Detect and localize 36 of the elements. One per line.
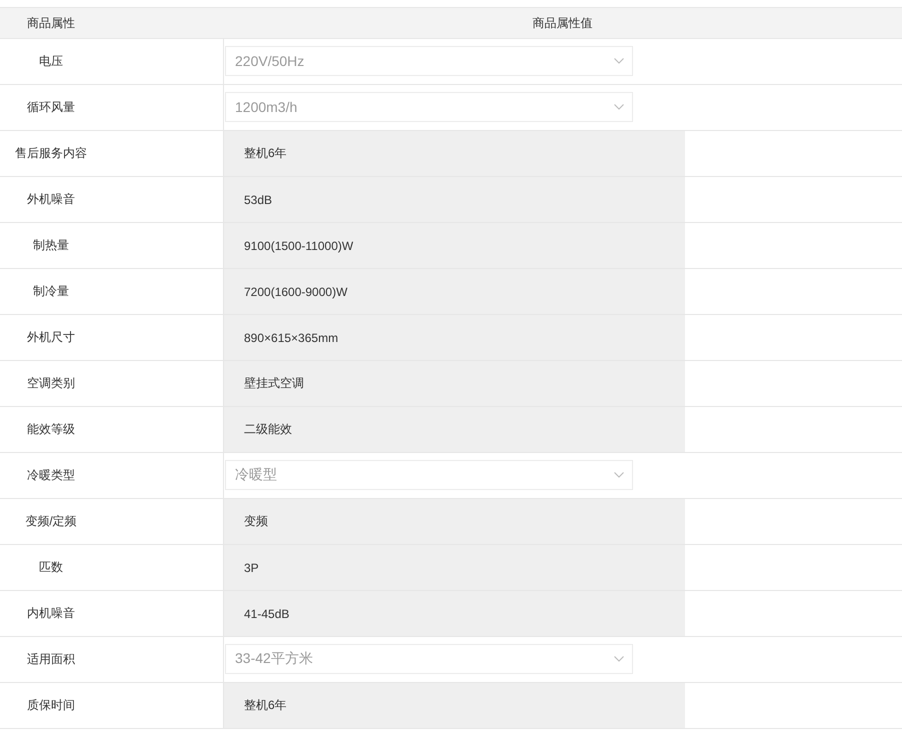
- attribute-name: 循环风量: [27, 99, 75, 116]
- value-cell: 二级能效: [224, 407, 685, 452]
- attribute-name: 质保时间: [27, 697, 75, 714]
- caret-icon: [614, 472, 624, 478]
- caret-icon: [614, 656, 624, 662]
- value-cell: 890×615×365mm: [224, 315, 685, 360]
- dropdown-field[interactable]: 冷暖型: [225, 460, 633, 490]
- attribute-name: 冷暖类型: [27, 467, 75, 484]
- dropdown-field[interactable]: 33-42平方米: [225, 644, 633, 674]
- value-cell: 7200(1600-9000)W: [224, 269, 685, 314]
- value-cell: 整机6年: [224, 683, 685, 728]
- caret-icon: [614, 104, 624, 110]
- attribute-name: 适用面积: [27, 651, 75, 668]
- value-cell: 壁挂式空调: [224, 361, 685, 406]
- value-cell: 变频: [224, 499, 685, 544]
- dropdown-field[interactable]: 1200m3/h: [225, 92, 633, 122]
- dropdown-field[interactable]: 220V/50Hz: [225, 46, 633, 76]
- attribute-name: 内机噪音: [27, 605, 75, 622]
- attribute-name: 外机尺寸: [27, 329, 75, 346]
- attribute-name: 售后服务内容: [15, 145, 87, 162]
- attribute-name: 电压: [39, 53, 63, 70]
- value-cell: 9100(1500-11000)W: [224, 223, 685, 268]
- attribute-name: 制热量: [33, 237, 69, 254]
- attribute-name: 匹数: [39, 559, 63, 576]
- caret-icon: [614, 58, 624, 64]
- attribute-name: 空调类别: [27, 375, 75, 392]
- attribute-name: 外机噪音: [27, 191, 75, 208]
- value-cell: 53dB: [224, 177, 685, 222]
- column-header: 商品属性: [27, 14, 75, 32]
- value-cell: 3P: [224, 545, 685, 590]
- value-cell: 41-45dB: [224, 591, 685, 636]
- column-header: 商品属性值: [532, 14, 592, 32]
- attribute-name: 制冷量: [33, 283, 69, 300]
- attribute-name: 能效等级: [27, 421, 75, 438]
- value-cell: 整机6年: [224, 131, 685, 176]
- attribute-name: 变频/定频: [25, 513, 77, 530]
